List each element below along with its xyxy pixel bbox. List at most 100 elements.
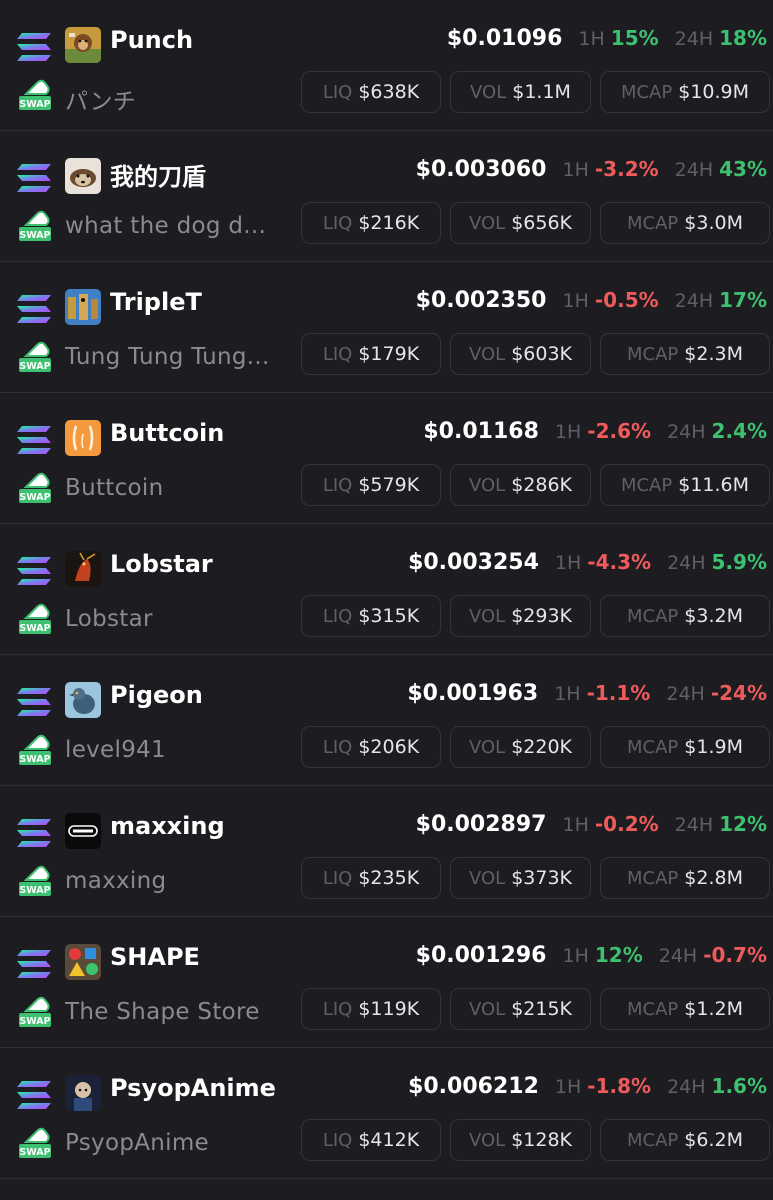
solana-icon: [17, 819, 51, 847]
token-symbol[interactable]: PsyopAnime: [110, 1074, 276, 1102]
volume-pill: VOL $1.1M: [450, 71, 591, 113]
token-row-7[interactable]: SWAP maxxing maxxing $0.002897 1H -0.2% …: [0, 786, 773, 917]
token-row-5[interactable]: SWAP Lobstar Lobstar $0.003254 1H -4.3% …: [0, 524, 773, 655]
market-cap-pill: MCAP $2.8M: [600, 857, 770, 899]
solana-icon: [17, 1081, 51, 1109]
swap-badge-icon[interactable]: SWAP: [18, 1125, 52, 1159]
market-cap-value: $11.6M: [678, 474, 750, 496]
token-symbol[interactable]: maxxing: [110, 812, 225, 840]
market-cap-label: MCAP: [627, 343, 679, 365]
anime-avatar-icon: [65, 1075, 101, 1111]
token-list: SWAP Punch パンチ $0.01096 1H 15% 24H 18% L…: [0, 0, 773, 1179]
change-24h: -24%: [710, 681, 767, 705]
volume-label: VOL: [468, 1129, 506, 1151]
liquidity-label: LIQ: [322, 474, 353, 496]
swap-badge-icon[interactable]: SWAP: [18, 863, 52, 897]
change-1h-label: 1H: [562, 159, 589, 181]
monkey-avatar-icon: [65, 27, 101, 63]
volume-pill: VOL $656K: [450, 202, 591, 244]
svg-text:SWAP: SWAP: [19, 1147, 50, 1158]
volume-pill: VOL $220K: [450, 726, 591, 768]
token-row-6[interactable]: SWAP Pigeon level941 $0.001963 1H -1.1% …: [0, 655, 773, 786]
dog-avatar-icon: [65, 158, 101, 194]
change-1h: 12%: [594, 943, 643, 967]
change-1h-label: 1H: [578, 28, 605, 50]
change-1h: 15%: [610, 26, 659, 50]
volume-pill: VOL $286K: [450, 464, 591, 506]
token-symbol[interactable]: TripleT: [110, 288, 202, 316]
change-24h: 18%: [719, 26, 767, 50]
volume-value: $373K: [511, 867, 573, 889]
volume-label: VOL: [468, 998, 506, 1020]
token-row-9[interactable]: SWAP PsyopAnime PsyopAnime $0.006212 1H …: [0, 1048, 773, 1179]
change-1h-label: 1H: [554, 683, 581, 705]
token-row-2[interactable]: SWAP 我的刀盾 what the dog d... $0.003060 1H…: [0, 131, 773, 262]
token-row-8[interactable]: SWAP SHAPE The Shape Store $0.001296 1H …: [0, 917, 773, 1048]
market-cap-value: $2.8M: [684, 867, 743, 889]
token-symbol[interactable]: Lobstar: [110, 550, 213, 578]
token-name: Lobstar: [65, 606, 153, 632]
token-name: what the dog d...: [65, 213, 267, 239]
token-price: $0.001296: [415, 943, 547, 968]
swap-badge-icon[interactable]: SWAP: [18, 339, 52, 373]
change-1h: -3.2%: [594, 157, 659, 181]
liquidity-label: LIQ: [322, 605, 353, 627]
solana-icon: [17, 33, 51, 61]
change-1h: -1.8%: [587, 1074, 652, 1098]
pigeon-avatar-icon: [65, 682, 101, 718]
volume-pill: VOL $373K: [450, 857, 591, 899]
liquidity-value: $579K: [358, 474, 420, 496]
token-price: $0.003060: [415, 157, 547, 182]
token-symbol[interactable]: Pigeon: [110, 681, 203, 709]
token-symbol[interactable]: 我的刀盾: [110, 157, 206, 192]
swap-badge-icon[interactable]: SWAP: [18, 208, 52, 242]
price-line: $0.01168 1H -2.6% 24H 2.4%: [423, 419, 767, 444]
swap-badge-icon[interactable]: SWAP: [18, 601, 52, 635]
liquidity-pill: LIQ $179K: [301, 333, 441, 375]
svg-text:SWAP: SWAP: [19, 361, 50, 372]
change-1h: -2.6%: [587, 419, 652, 443]
change-24h-label: 24H: [667, 1076, 706, 1098]
token-symbol[interactable]: SHAPE: [110, 943, 200, 971]
solana-icon: [17, 688, 51, 716]
change-24h: 12%: [719, 812, 767, 836]
price-line: $0.003060 1H -3.2% 24H 43%: [416, 157, 767, 182]
liquidity-label: LIQ: [322, 343, 353, 365]
change-24h-label: 24H: [667, 552, 706, 574]
token-row-1[interactable]: SWAP Punch パンチ $0.01096 1H 15% 24H 18% L…: [0, 0, 773, 131]
liquidity-pill: LIQ $216K: [301, 202, 441, 244]
market-cap-pill: MCAP $3.2M: [600, 595, 770, 637]
token-row-3[interactable]: SWAP TripleT Tung Tung Tung... $0.002350…: [0, 262, 773, 393]
liquidity-label: LIQ: [322, 212, 353, 234]
swap-badge-icon[interactable]: SWAP: [18, 77, 52, 111]
market-cap-value: $6.2M: [684, 1129, 743, 1151]
market-cap-label: MCAP: [620, 474, 673, 496]
change-24h-label: 24H: [674, 28, 714, 50]
market-cap-pill: MCAP $3.0M: [600, 202, 770, 244]
token-price: $0.002350: [415, 288, 547, 313]
price-line: $0.001296 1H 12% 24H -0.7%: [416, 943, 767, 968]
liquidity-pill: LIQ $579K: [301, 464, 441, 506]
price-line: $0.001963 1H -1.1% 24H -24%: [407, 681, 767, 706]
liquidity-label: LIQ: [322, 81, 353, 103]
swap-badge-icon[interactable]: SWAP: [18, 470, 52, 504]
token-symbol[interactable]: Buttcoin: [110, 419, 224, 447]
token-symbol[interactable]: Punch: [110, 26, 193, 54]
token-row-4[interactable]: SWAP Buttcoin Buttcoin $0.01168 1H -2.6%…: [0, 393, 773, 524]
market-cap-value: $3.2M: [684, 605, 743, 627]
svg-text:SWAP: SWAP: [19, 754, 50, 765]
change-1h-label: 1H: [562, 290, 589, 312]
swap-badge-icon[interactable]: SWAP: [18, 994, 52, 1028]
token-price: $0.01096: [446, 26, 563, 51]
price-line: $0.003254 1H -4.3% 24H 5.9%: [408, 550, 767, 575]
market-cap-label: MCAP: [620, 81, 673, 103]
change-1h-label: 1H: [562, 945, 589, 967]
swap-badge-icon[interactable]: SWAP: [18, 732, 52, 766]
liquidity-pill: LIQ $412K: [301, 1119, 441, 1161]
liquidity-value: $206K: [358, 736, 420, 758]
volume-label: VOL: [468, 736, 506, 758]
volume-label: VOL: [468, 212, 506, 234]
liquidity-label: LIQ: [322, 736, 353, 758]
liquidity-pill: LIQ $119K: [301, 988, 441, 1030]
price-line: $0.01096 1H 15% 24H 18%: [447, 26, 767, 51]
